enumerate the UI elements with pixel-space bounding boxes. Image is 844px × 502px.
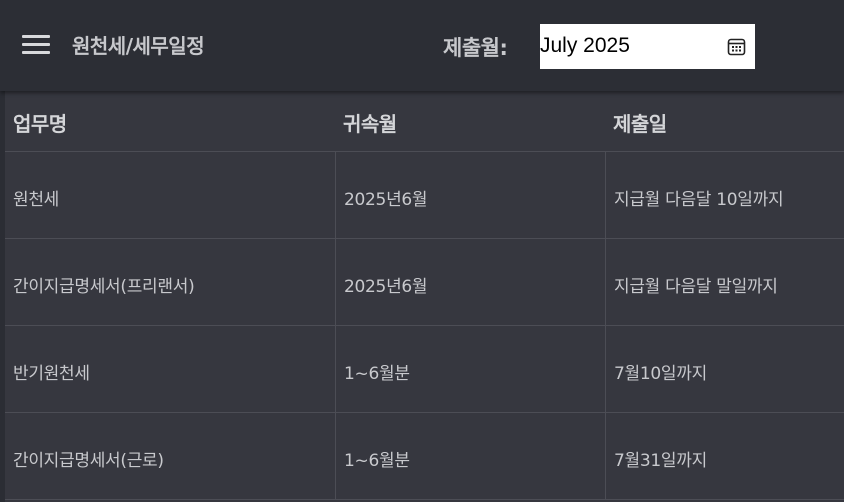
attribution-period: 2025년6월: [344, 277, 428, 297]
menu-line: [22, 35, 50, 38]
table-cell: 1~6월분: [335, 326, 605, 412]
table-cell: 지급월 다음달 10일까지: [605, 152, 844, 238]
table-cell: 2025년6월: [335, 152, 605, 238]
submission-month-value: July 2025: [540, 34, 630, 57]
column-header-task: 업무명: [13, 112, 67, 136]
hamburger-menu-icon[interactable]: [22, 35, 50, 55]
table-cell: 7월10일까지: [605, 326, 844, 412]
table-header-row: 업무명 귀속월 제출일: [5, 91, 844, 152]
column-header-period: 귀속월: [343, 112, 397, 136]
table-cell: 원천세: [5, 152, 335, 238]
table-row: 원천세 2025년6월 지급월 다음달 10일까지: [5, 152, 844, 239]
app-root: 원천세/세무일정 제출월: July 2025 업무명 귀속월 제출일 원천세: [0, 0, 844, 502]
due-date: 7월31일까지: [614, 451, 707, 471]
table-cell: 7월31일까지: [605, 413, 844, 499]
table-row: 간이지급명세서(프리랜서) 2025년6월 지급월 다음달 말일까지: [5, 239, 844, 326]
app-bar: 원천세/세무일정 제출월: July 2025: [0, 0, 844, 91]
task-name: 원천세: [13, 190, 60, 210]
task-name: 간이지급명세서(프리랜서): [13, 277, 195, 297]
menu-line: [22, 51, 50, 54]
submission-month-input[interactable]: July 2025: [540, 24, 755, 69]
table-cell: 반기원천세: [5, 326, 335, 412]
due-date: 지급월 다음달 말일까지: [614, 277, 778, 297]
table-row: 반기원천세 1~6월분 7월10일까지: [5, 326, 844, 413]
task-name: 간이지급명세서(근로): [13, 451, 164, 471]
due-date: 7월10일까지: [614, 364, 707, 384]
table-cell: 간이지급명세서(프리랜서): [5, 239, 335, 325]
calendar-icon[interactable]: [727, 37, 746, 56]
submission-month-label: 제출월:: [443, 36, 508, 60]
table-cell: 2025년6월: [335, 239, 605, 325]
column-header-due-date: 제출일: [613, 112, 667, 136]
attribution-period: 2025년6월: [344, 190, 428, 210]
table-cell: 지급월 다음달 말일까지: [605, 239, 844, 325]
table-cell: 간이지급명세서(근로): [5, 413, 335, 499]
menu-line: [22, 43, 50, 46]
task-name: 반기원천세: [13, 364, 90, 384]
attribution-period: 1~6월분: [344, 364, 410, 384]
table-cell: 1~6월분: [335, 413, 605, 499]
attribution-period: 1~6월분: [344, 451, 410, 471]
due-date: 지급월 다음달 10일까지: [614, 190, 784, 210]
page-title: 원천세/세무일정: [72, 34, 205, 58]
table-row: 간이지급명세서(근로) 1~6월분 7월31일까지: [5, 413, 844, 500]
tax-schedule-table: 업무명 귀속월 제출일 원천세 2025년6월 지급월 다음달 10일까지 간이…: [5, 91, 844, 502]
